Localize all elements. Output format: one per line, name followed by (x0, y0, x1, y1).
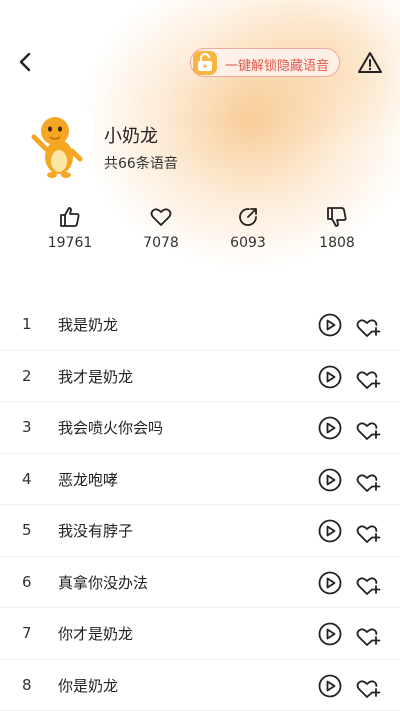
list-item[interactable]: 1 我是奶龙 (0, 299, 400, 351)
item-name: 我是奶龙 (58, 316, 119, 334)
item-index: 8 (22, 675, 32, 694)
add-favorite-icon[interactable] (355, 312, 381, 338)
play-icon[interactable] (318, 519, 342, 543)
item-index: 5 (22, 521, 32, 539)
favorite-stat[interactable]: 7078 (121, 205, 201, 251)
unlock-hidden-voices-button[interactable]: 一键解锁隐藏语音 (190, 48, 340, 77)
play-icon[interactable] (318, 674, 342, 698)
item-index: 1 (22, 315, 32, 333)
add-favorite-icon[interactable] (355, 621, 381, 647)
like-stat[interactable]: 19761 (30, 205, 110, 251)
share-stat[interactable]: 6093 (208, 205, 288, 251)
play-icon[interactable] (318, 468, 342, 492)
thumbs-up-icon (60, 207, 80, 227)
item-name: 真拿你没办法 (58, 573, 149, 592)
item-name: 你才是奶龙 (58, 625, 134, 643)
list-item[interactable]: 8 你是奶龙 (0, 660, 400, 711)
share-count: 6093 (230, 235, 266, 251)
heart-icon (150, 208, 172, 226)
play-icon[interactable] (318, 365, 342, 389)
add-favorite-icon[interactable] (355, 415, 381, 441)
play-icon[interactable] (318, 313, 342, 337)
share-icon (239, 208, 257, 226)
like-count: 19761 (47, 235, 93, 251)
dragon-mascot-icon (31, 117, 83, 178)
item-name: 我没有脖子 (58, 522, 134, 540)
list-item[interactable]: 6 真拿你没办法 (0, 557, 400, 608)
item-index: 6 (22, 572, 32, 591)
list-item[interactable]: 5 我没有脖子 (0, 505, 400, 557)
back-arrow-icon[interactable] (14, 50, 38, 74)
list-item[interactable]: 2 我才是奶龙 (0, 351, 400, 402)
favorite-count: 7078 (143, 235, 179, 251)
report-warning-icon[interactable] (357, 50, 383, 76)
dislike-stat[interactable]: 1808 (297, 205, 377, 251)
item-name: 我才是奶龙 (58, 367, 134, 386)
add-favorite-icon[interactable] (355, 570, 381, 596)
thumbs-down-icon (327, 207, 347, 227)
item-index: 2 (22, 366, 32, 385)
add-favorite-icon[interactable] (355, 467, 381, 493)
add-favorite-icon[interactable] (355, 518, 381, 544)
item-name: 恶龙咆哮 (58, 470, 119, 489)
play-icon[interactable] (318, 571, 342, 595)
play-icon[interactable] (318, 416, 342, 440)
voice-pack-title: 小奶龙 (104, 126, 158, 147)
unlock-label: 一键解锁隐藏语音 (225, 59, 330, 74)
dislike-count: 1808 (319, 235, 355, 251)
item-name: 我会喷火你会吗 (58, 419, 164, 437)
item-index: 7 (22, 624, 32, 642)
list-item[interactable]: 4 恶龙咆哮 (0, 454, 400, 505)
unlock-lock-icon (193, 51, 217, 75)
list-item[interactable]: 3 我会喷火你会吗 (0, 402, 400, 454)
play-icon[interactable] (318, 622, 342, 646)
voice-count: 共66条语音 (104, 156, 178, 172)
add-favorite-icon[interactable] (355, 364, 381, 390)
item-name: 你是奶龙 (58, 676, 119, 695)
add-favorite-icon[interactable] (355, 673, 381, 699)
list-item[interactable]: 7 你才是奶龙 (0, 608, 400, 660)
item-index: 3 (22, 418, 32, 436)
item-index: 4 (22, 469, 32, 488)
avatar (24, 109, 94, 181)
voice-list: 1 我是奶龙 2 我才是奶龙 3 我会喷火你会吗 4 恶龙咆哮 5 我没有脖子 … (0, 299, 400, 711)
